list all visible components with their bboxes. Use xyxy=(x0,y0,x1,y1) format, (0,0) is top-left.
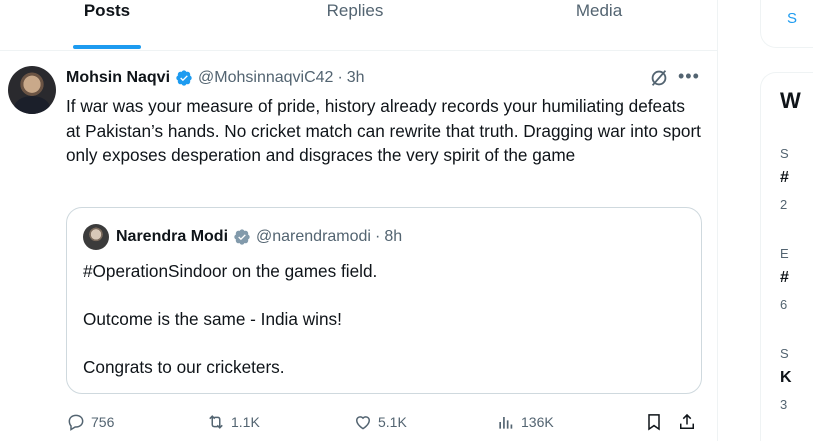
separator-dot: · xyxy=(337,69,343,86)
quoted-post[interactable]: Narendra Modi @narendramodi · 8h #Operat… xyxy=(66,207,702,394)
trend-count: 3 xyxy=(780,397,788,412)
trends-title: W xyxy=(780,88,801,113)
quoted-text-line: Congrats to our cricketers. xyxy=(83,357,285,377)
repost-icon xyxy=(209,415,223,429)
reply-count: 756 xyxy=(91,414,115,430)
bookmark-icon xyxy=(648,414,660,431)
heart-icon xyxy=(355,416,371,430)
sidebar-search-text: S xyxy=(787,10,798,27)
tab-media[interactable]: Media xyxy=(566,0,632,26)
trend-meta: E xyxy=(780,246,789,261)
trend-count: 2 xyxy=(780,197,788,212)
reply-icon xyxy=(68,414,84,431)
views-icon xyxy=(499,417,513,429)
post-text: If war was your measure of pride, histor… xyxy=(66,96,701,165)
tab-replies[interactable]: Replies xyxy=(315,0,395,26)
post-actions: 756 1.1K 5.1K 136K xyxy=(66,409,702,435)
post-header: Mohsin Naqvi @MohsinnaqviC42 · 3h xyxy=(66,67,365,89)
quoted-post-time[interactable]: 8h xyxy=(384,228,402,246)
main-column: Posts Replies Media Mohsin Naqvi @Mohsin… xyxy=(0,0,718,441)
views-count: 136K xyxy=(521,414,554,430)
bookmark-button[interactable] xyxy=(644,409,669,435)
tab-posts[interactable]: Posts xyxy=(74,0,140,26)
post[interactable]: Mohsin Naqvi @MohsinnaqviC42 · 3h ••• If… xyxy=(0,51,718,441)
like-count: 5.1K xyxy=(378,414,407,430)
active-tab-indicator xyxy=(73,45,141,49)
quoted-author-name[interactable]: Narendra Modi xyxy=(116,228,228,246)
avatar[interactable] xyxy=(8,66,56,114)
quoted-separator-dot: · xyxy=(374,228,381,245)
post-time[interactable]: 3h xyxy=(347,69,365,87)
right-sidebar: S W S # 2 E # 6 S K 3 xyxy=(752,0,813,441)
author-handle[interactable]: @MohsinnaqviC42 xyxy=(198,69,333,87)
repost-count: 1.1K xyxy=(231,414,260,430)
author-name[interactable]: Mohsin Naqvi xyxy=(66,69,170,87)
quoted-post-header: Narendra Modi @narendramodi · 8h xyxy=(83,224,402,250)
quoted-text-line: #OperationSindoor on the games field. xyxy=(83,261,378,281)
quoted-text-line: Outcome is the same - India wins! xyxy=(83,309,342,329)
share-button[interactable] xyxy=(677,409,702,435)
trend-item[interactable]: K xyxy=(780,369,792,387)
trend-meta: S xyxy=(780,146,789,161)
trend-item[interactable]: # xyxy=(780,269,789,287)
trend-count: 6 xyxy=(780,297,788,312)
like-button[interactable]: 5.1K xyxy=(353,409,407,435)
grok-icon[interactable] xyxy=(648,67,670,89)
trend-item[interactable]: # xyxy=(780,169,789,187)
sidebar-search-box[interactable]: S xyxy=(760,0,813,48)
verified-badge-icon[interactable] xyxy=(175,69,193,87)
more-icon[interactable]: ••• xyxy=(678,67,702,89)
reply-button[interactable]: 756 xyxy=(66,409,114,435)
profile-tabs: Posts Replies Media xyxy=(0,0,718,51)
share-icon xyxy=(680,413,694,429)
views-button[interactable]: 136K xyxy=(496,409,554,435)
repost-button[interactable]: 1.1K xyxy=(206,409,260,435)
gray-verified-badge-icon[interactable] xyxy=(233,228,251,246)
avatar-figure xyxy=(14,96,50,114)
trend-meta: S xyxy=(780,346,789,361)
quoted-author-handle[interactable]: @narendramodi xyxy=(256,228,371,246)
quoted-avatar[interactable] xyxy=(83,224,109,250)
